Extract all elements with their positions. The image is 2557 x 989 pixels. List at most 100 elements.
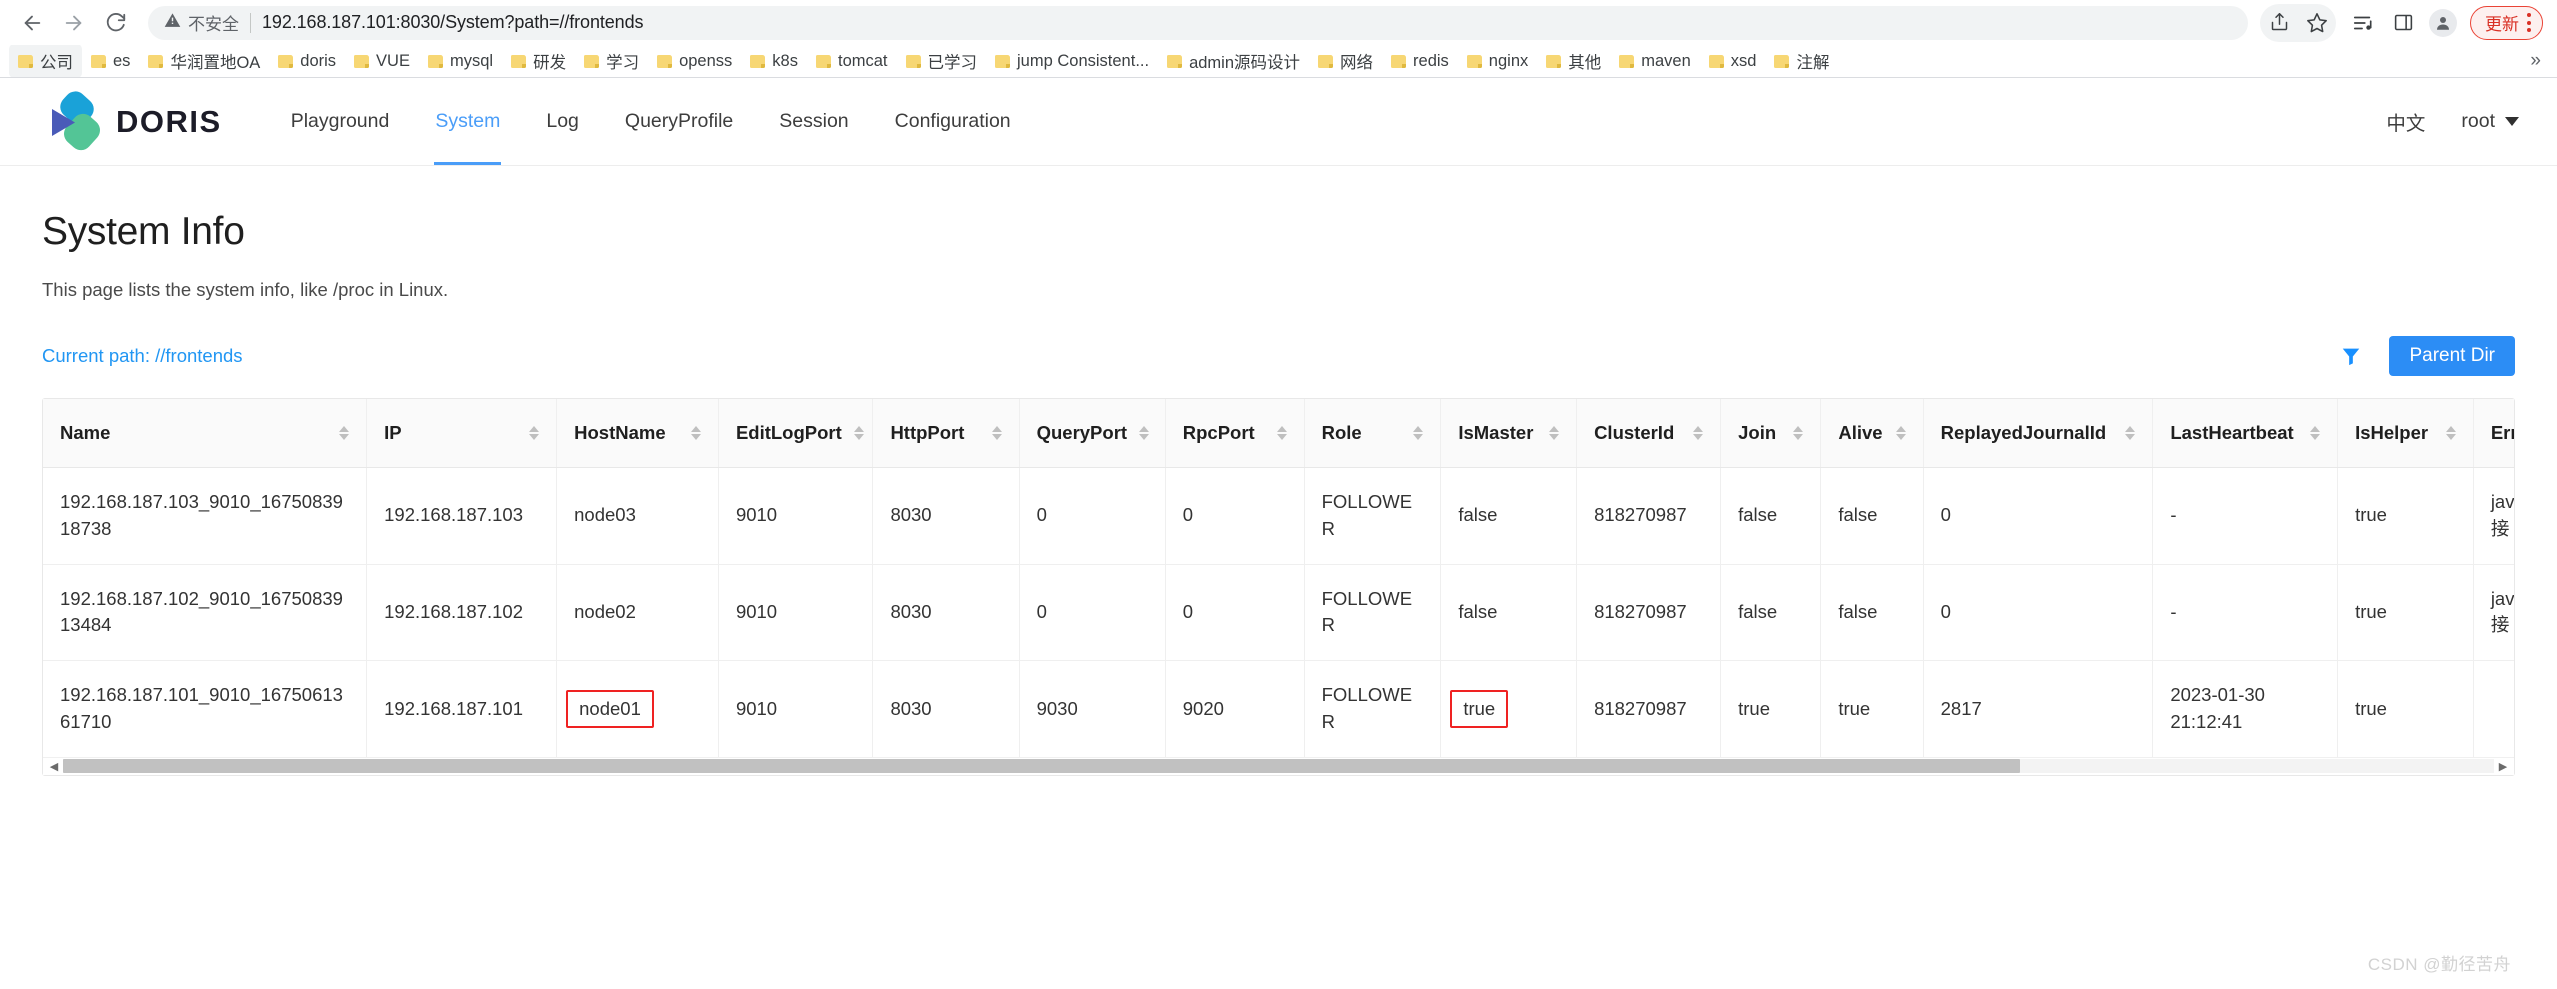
column-header-lastheartbeat[interactable]: LastHeartbeat [2152,399,2339,468]
sort-arrows-icon[interactable] [1549,426,1560,440]
sort-arrows-icon[interactable] [853,426,864,440]
security-status[interactable]: 不安全 [164,10,239,35]
sort-arrows-icon[interactable] [2310,426,2321,440]
bookmark-item[interactable]: maven [1610,47,1700,76]
sort-arrows-icon[interactable] [1139,426,1150,440]
column-header-rpcport[interactable]: RpcPort [1165,399,1305,468]
bookmark-item[interactable]: doris [269,47,345,76]
bookmark-item[interactable]: es [82,47,139,76]
star-icon[interactable] [2298,4,2336,42]
column-header-join[interactable]: Join [1720,399,1822,468]
cell-clusterid: 818270987 [1576,467,1722,565]
bookmark-item[interactable]: admin源码设计 [1158,45,1309,77]
nav-item-system[interactable]: System [412,78,523,165]
avatar [2429,8,2457,37]
sort-arrows-icon[interactable] [1895,426,1906,440]
cell-value: false [1458,601,1498,623]
sort-arrows-icon[interactable] [690,426,701,440]
bookmark-item[interactable]: 学习 [575,45,648,77]
column-header-clusterid[interactable]: ClusterId [1576,399,1722,468]
cell-rpcport: 9020 [1165,660,1305,757]
cell-value: 9030 [1036,697,1078,719]
sort-arrows-icon[interactable] [1276,426,1287,440]
cell-value: true [1738,697,1771,719]
sort-arrows-icon[interactable] [2125,426,2136,440]
reading-list-icon[interactable] [2344,4,2382,42]
sort-arrows-icon[interactable] [339,426,350,440]
table-row[interactable]: 192.168.187.102_9010_1675083913484 192.16… [43,564,2514,662]
horizontal-scrollbar[interactable]: ◀ ▶ [43,756,2514,775]
column-header-alive[interactable]: Alive [1820,399,1924,468]
filter-funnel-icon[interactable] [2339,345,2363,367]
sort-arrows-icon[interactable] [1413,426,1424,440]
back-icon[interactable] [14,5,50,41]
folder-icon [511,54,527,68]
scrollbar-track[interactable] [63,759,2494,774]
warning-triangle-icon [164,12,181,34]
sort-arrows-icon[interactable] [991,426,1002,440]
language-toggle[interactable]: 中文 [2386,107,2425,136]
bookmark-item[interactable]: 华润置地OA [139,45,269,77]
bookmark-item[interactable]: 其他 [1537,45,1610,77]
column-header-hostname[interactable]: HostName [556,399,719,468]
bookmark-label: tomcat [837,51,888,70]
side-panel-icon[interactable] [2384,4,2422,42]
reload-icon[interactable] [98,5,134,41]
column-header-queryport[interactable]: QueryPort [1019,399,1166,468]
column-header-editlogport[interactable]: EditLogPort [718,399,874,468]
bookmark-item[interactable]: openss [648,47,741,76]
bookmark-item[interactable]: xsd [1700,47,1766,76]
cell-role: FOLLOWER [1304,467,1442,565]
bookmark-item[interactable]: 注解 [1765,45,1838,77]
column-header-ismaster[interactable]: IsMaster [1440,399,1578,468]
user-menu[interactable]: root [2461,110,2519,133]
nav-item-queryprofile[interactable]: QueryProfile [602,78,756,165]
nav-item-session[interactable]: Session [756,78,871,165]
column-header-ishelper[interactable]: IsHelper [2337,399,2474,468]
bookmark-item[interactable]: 研发 [502,45,575,77]
column-header-errmsg[interactable]: ErrMsg [2473,399,2514,468]
sort-arrows-icon[interactable] [1793,426,1804,440]
three-dot-menu-icon[interactable] [2527,13,2531,32]
folder-icon [1391,54,1407,68]
parent-dir-button[interactable]: Parent Dir [2389,336,2515,376]
sort-arrows-icon[interactable] [2445,426,2456,440]
scroll-left-arrow-icon[interactable]: ◀ [47,759,61,773]
bookmark-item[interactable]: redis [1382,47,1458,76]
folder-icon [995,54,1011,68]
column-header-role[interactable]: Role [1304,399,1442,468]
table-row[interactable]: 192.168.187.103_9010_1675083918738 192.16… [43,467,2514,565]
bookmark-item[interactable]: jump Consistent... [986,47,1158,76]
nav-item-playground[interactable]: Playground [268,78,413,165]
scroll-right-arrow-icon[interactable]: ▶ [2496,759,2510,773]
brand-logo[interactable]: DORIS [42,90,222,153]
bookmark-item[interactable]: mysql [419,47,502,76]
column-header-ip[interactable]: IP [366,399,558,468]
nav-item-configuration[interactable]: Configuration [872,78,1034,165]
column-header-replayedjournalid[interactable]: ReplayedJournalId [1923,399,2154,468]
scrollbar-thumb[interactable] [63,759,2020,774]
bookmark-item[interactable]: 公司 [9,45,82,77]
column-header-httpport[interactable]: HttpPort [872,399,1020,468]
bookmark-item[interactable]: tomcat [807,47,897,76]
current-path-link[interactable]: Current path: //frontends [42,345,243,367]
table-row[interactable]: 192.168.187.101_9010_1675061361710 192.16… [43,660,2514,757]
column-header-name[interactable]: Name [43,399,368,468]
forward-icon[interactable] [56,5,92,41]
bookmark-item[interactable]: nginx [1458,47,1537,76]
share-icon[interactable] [2260,4,2298,42]
nav-item-log[interactable]: Log [523,78,602,165]
update-button[interactable]: 更新 [2470,5,2543,40]
omnibox[interactable]: 不安全 192.168.187.101:8030/System?path=//f… [148,5,2248,40]
url-text[interactable]: 192.168.187.101:8030/System?path=//front… [262,12,643,33]
sort-arrows-icon[interactable] [1693,426,1704,440]
cell-ismaster: false [1440,564,1578,662]
profile-avatar-icon[interactable] [2424,4,2462,42]
bookmark-label: es [113,51,131,70]
bookmark-item[interactable]: VUE [345,47,419,76]
sort-arrows-icon[interactable] [529,426,540,440]
bookmark-item[interactable]: 网络 [1309,45,1382,77]
bookmark-item[interactable]: k8s [741,47,807,76]
bookmark-item[interactable]: 已学习 [897,45,987,77]
bookmarks-overflow-icon[interactable]: » [2524,45,2547,77]
